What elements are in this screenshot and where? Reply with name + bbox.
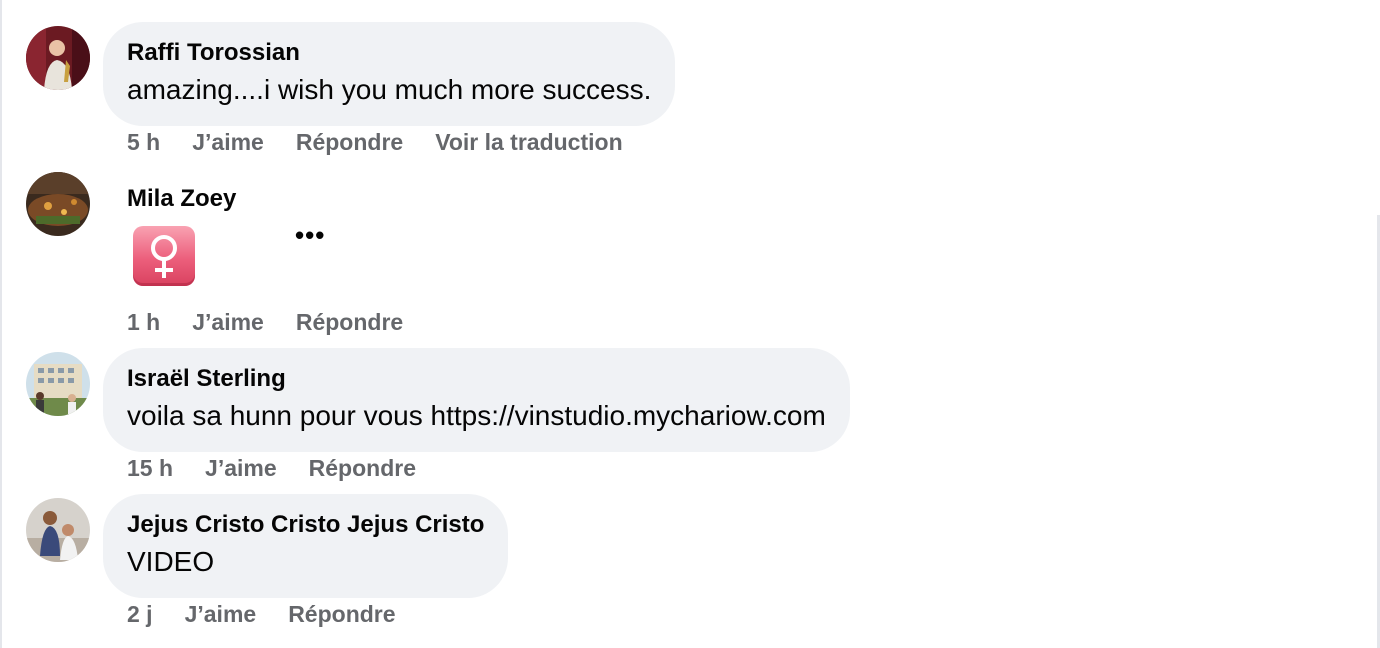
group-avatar-icon — [26, 498, 90, 562]
comment-bubble: Raffi Torossian amazing....i wish you mu… — [103, 22, 676, 126]
reply-button[interactable]: Répondre — [296, 308, 403, 336]
comment-time[interactable]: 2 j — [127, 600, 153, 628]
building-avatar-icon — [26, 352, 90, 416]
avatar[interactable] — [26, 172, 90, 236]
like-button[interactable]: J’aime — [205, 454, 277, 482]
like-button[interactable]: J’aime — [192, 308, 264, 336]
comment-actions: 15 h J’aime Répondre — [127, 454, 448, 482]
like-button[interactable]: J’aime — [185, 600, 257, 628]
comment-actions: 2 j J’aime Répondre — [127, 600, 428, 628]
reply-button[interactable]: Répondre — [296, 128, 403, 156]
comment-bubble: Jejus Cristo Cristo Jejus Cristo VIDEO — [103, 494, 509, 598]
reply-button[interactable]: Répondre — [288, 600, 395, 628]
sticker[interactable] — [133, 226, 195, 286]
comment-text: amazing....i wish you much more success. — [127, 74, 652, 105]
person-avatar-icon — [26, 26, 90, 90]
more-options-icon[interactable]: ••• — [295, 222, 325, 248]
avatar[interactable] — [26, 26, 90, 90]
female-sign-icon — [151, 235, 177, 278]
comment-text[interactable]: voila sa hunn pour vous https://vinstudi… — [127, 398, 826, 434]
avatar[interactable] — [26, 498, 90, 562]
comment-author[interactable]: Israël Sterling — [127, 364, 826, 394]
comment-actions: 5 h J’aime Répondre Voir la traduction — [127, 128, 655, 156]
comment-time[interactable]: 1 h — [127, 308, 160, 336]
comment-bubble: Israël Sterling voila sa hunn pour vous … — [103, 348, 850, 452]
landscape-avatar-icon — [26, 172, 90, 236]
like-button[interactable]: J’aime — [192, 128, 264, 156]
comment-author[interactable]: Jejus Cristo Cristo Jejus Cristo — [127, 510, 484, 540]
comment-author[interactable]: Raffi Torossian — [127, 38, 651, 68]
reply-button[interactable]: Répondre — [309, 454, 416, 482]
comment-time[interactable]: 15 h — [127, 454, 173, 482]
comment-actions: 1 h J’aime Répondre — [127, 308, 435, 336]
left-border — [0, 0, 2, 648]
avatar[interactable] — [26, 352, 90, 416]
translate-button[interactable]: Voir la traduction — [435, 128, 622, 156]
comment-author[interactable]: Mila Zoey — [127, 184, 236, 214]
comment-time[interactable]: 5 h — [127, 128, 160, 156]
comment-text: VIDEO — [127, 546, 215, 577]
